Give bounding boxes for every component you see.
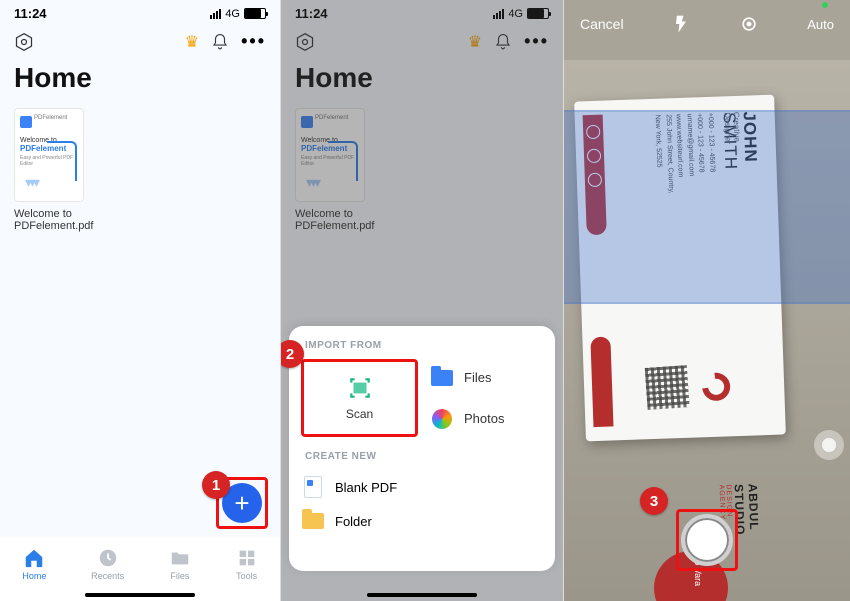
page-title: Home: [0, 56, 280, 104]
camera-viewfinder: JOHN SMITH Creative Designer +000 - 123 …: [564, 60, 850, 601]
scanner-icon: [347, 375, 373, 401]
tab-tools[interactable]: Tools: [236, 547, 258, 581]
blank-pdf-option[interactable]: Blank PDF: [301, 470, 543, 504]
callout-1: 1: [202, 471, 230, 499]
files-option[interactable]: Files: [430, 363, 491, 392]
flash-icon[interactable]: [671, 14, 691, 34]
scan-option[interactable]: Scan: [301, 359, 418, 437]
action-sheet: IMPORT FROM Scan Files Photos CREATE NEW…: [289, 326, 555, 571]
camera-active-indicator: [822, 2, 828, 8]
camera-toolbar: Cancel Auto: [564, 0, 850, 48]
logo-icon: [697, 367, 736, 406]
card-bottom-bar: [590, 336, 613, 427]
battery-icon: [244, 8, 266, 19]
folder-yellow-icon: [302, 513, 324, 529]
status-network: 4G: [225, 8, 240, 20]
folder-icon: [169, 547, 191, 569]
settings-icon[interactable]: [14, 32, 34, 52]
more-icon[interactable]: •••: [241, 31, 266, 52]
home-indicator: [367, 593, 477, 597]
tab-recents[interactable]: Recents: [91, 547, 124, 581]
auto-mode-button[interactable]: Auto: [807, 17, 834, 32]
document-thumbnail[interactable]: PDFelement Welcome to PDFelement Easy an…: [14, 108, 84, 202]
import-right-column: Files Photos: [428, 359, 543, 437]
tab-bar: Home Recents Files Tools: [0, 537, 280, 601]
create-heading: CREATE NEW: [305, 451, 539, 462]
bell-icon[interactable]: [211, 33, 229, 51]
swap-camera-icon[interactable]: [739, 14, 759, 34]
photos-icon: [432, 409, 452, 429]
screen-camera: Cancel Auto JOHN SMITH Creative Designer…: [564, 0, 850, 601]
shutter-button[interactable]: [681, 514, 733, 566]
status-bar: 11:24 4G: [0, 0, 280, 21]
scan-overlay: [564, 112, 850, 302]
document-item[interactable]: PDFelement Welcome to PDFelement Easy an…: [14, 108, 94, 232]
folder-option[interactable]: Folder: [301, 504, 543, 538]
files-folder-icon: [431, 370, 453, 386]
tools-icon: [236, 547, 258, 569]
photos-option[interactable]: Photos: [430, 404, 504, 433]
blank-pdf-icon: [304, 476, 322, 498]
blank-pdf-label: Blank PDF: [335, 480, 397, 495]
tab-files[interactable]: Files: [169, 547, 191, 581]
document-filename: Welcome to PDFelement.pdf: [14, 208, 104, 232]
screen-sheet: 11:24 4G ♛ ••• Home PDFelement Welcome t…: [281, 0, 564, 601]
files-label: Files: [464, 370, 491, 385]
callout-3: 3: [640, 487, 668, 515]
status-time: 11:24: [14, 6, 47, 21]
home-icon: [23, 547, 45, 569]
cancel-button[interactable]: Cancel: [580, 16, 624, 32]
clock-icon: [97, 547, 119, 569]
screen-home: 11:24 4G ♛ ••• Home PDFelement Welcome t…: [0, 0, 281, 601]
mini-shutter-icon[interactable]: [814, 430, 844, 460]
folder-label: Folder: [335, 514, 372, 529]
import-heading: IMPORT FROM: [305, 340, 539, 351]
qr-code-icon: [645, 365, 690, 410]
shutter-highlight: [676, 509, 738, 571]
home-indicator: [85, 593, 195, 597]
tab-home[interactable]: Home: [22, 547, 46, 581]
photos-label: Photos: [464, 411, 504, 426]
signal-icon: [210, 9, 221, 19]
scan-label: Scan: [346, 407, 373, 421]
crown-icon[interactable]: ♛: [185, 32, 199, 52]
